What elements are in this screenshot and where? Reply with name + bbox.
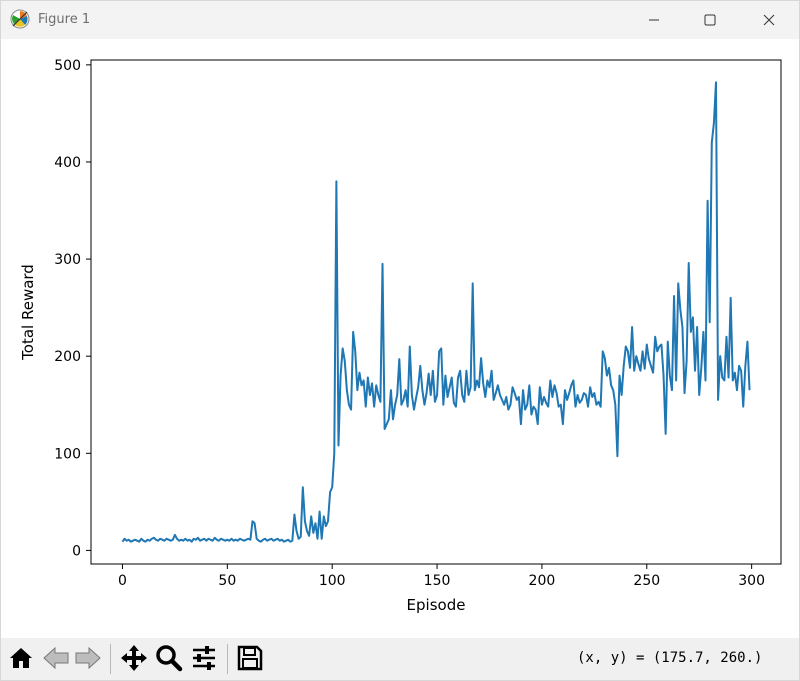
x-tick-label: 200 xyxy=(529,573,556,589)
y-axis: 0 100 200 300 400 500 xyxy=(54,58,91,559)
y-tick-label: 500 xyxy=(54,58,81,74)
series-line xyxy=(121,81,751,543)
close-icon xyxy=(763,14,775,26)
configure-subplots-icon xyxy=(193,646,215,670)
minimize-button[interactable] xyxy=(631,1,677,39)
y-tick-label: 400 xyxy=(54,155,81,171)
window-title: Figure 1 xyxy=(38,12,91,27)
minimize-icon xyxy=(649,19,659,21)
save-button[interactable] xyxy=(235,643,265,673)
y-axis-label: Total Reward xyxy=(19,264,37,361)
y-tick-label: 200 xyxy=(54,349,81,365)
navigation-toolbar: (x, y) = (175.7, 260.) xyxy=(1,638,799,680)
zoom-magnifier-icon xyxy=(156,645,183,672)
title-bar[interactable]: Figure 1 xyxy=(1,1,799,39)
x-tick-label: 150 xyxy=(424,573,451,589)
pan-move-icon xyxy=(121,645,147,671)
matplotlib-icon xyxy=(10,9,30,29)
home-icon xyxy=(10,648,32,668)
back-arrow-icon xyxy=(43,646,69,670)
toolbar-separator xyxy=(227,644,228,674)
x-tick-label: 50 xyxy=(218,573,236,589)
pan-button[interactable] xyxy=(119,643,149,673)
save-floppy-icon xyxy=(237,645,263,671)
forward-button[interactable] xyxy=(73,643,103,673)
maximize-icon xyxy=(704,14,716,26)
zoom-button[interactable] xyxy=(154,643,184,673)
x-tick-label: 0 xyxy=(118,573,127,589)
forward-arrow-icon xyxy=(75,646,101,670)
toolbar-separator xyxy=(110,644,111,674)
x-axis-label: Episode xyxy=(407,596,466,614)
close-button[interactable] xyxy=(746,1,792,39)
series-layer xyxy=(121,81,751,543)
x-axis: 0 50 100 150 200 250 300 xyxy=(118,564,765,589)
cursor-coordinates: (x, y) = (175.7, 260.) xyxy=(577,650,763,666)
maximize-button[interactable] xyxy=(687,1,733,39)
y-tick-label: 100 xyxy=(54,446,81,462)
figure-canvas[interactable]: 0 50 100 150 200 250 300 0 100 200 300 400 500 Epis… xyxy=(1,39,799,635)
line-chart: 0 50 100 150 200 250 300 0 100 200 300 400 500 Epis… xyxy=(19,58,782,614)
figure-window: Figure 1 0 50 100 150 200 250 300 0 100 200 300 40… xyxy=(0,0,800,681)
back-button[interactable] xyxy=(41,643,71,673)
x-tick-label: 250 xyxy=(633,573,660,589)
configure-subplots-button[interactable] xyxy=(189,643,219,673)
x-tick-label: 300 xyxy=(738,573,765,589)
y-tick-label: 300 xyxy=(54,252,81,268)
x-tick-label: 100 xyxy=(319,573,346,589)
y-tick-label: 0 xyxy=(72,543,81,559)
home-button[interactable] xyxy=(6,643,36,673)
